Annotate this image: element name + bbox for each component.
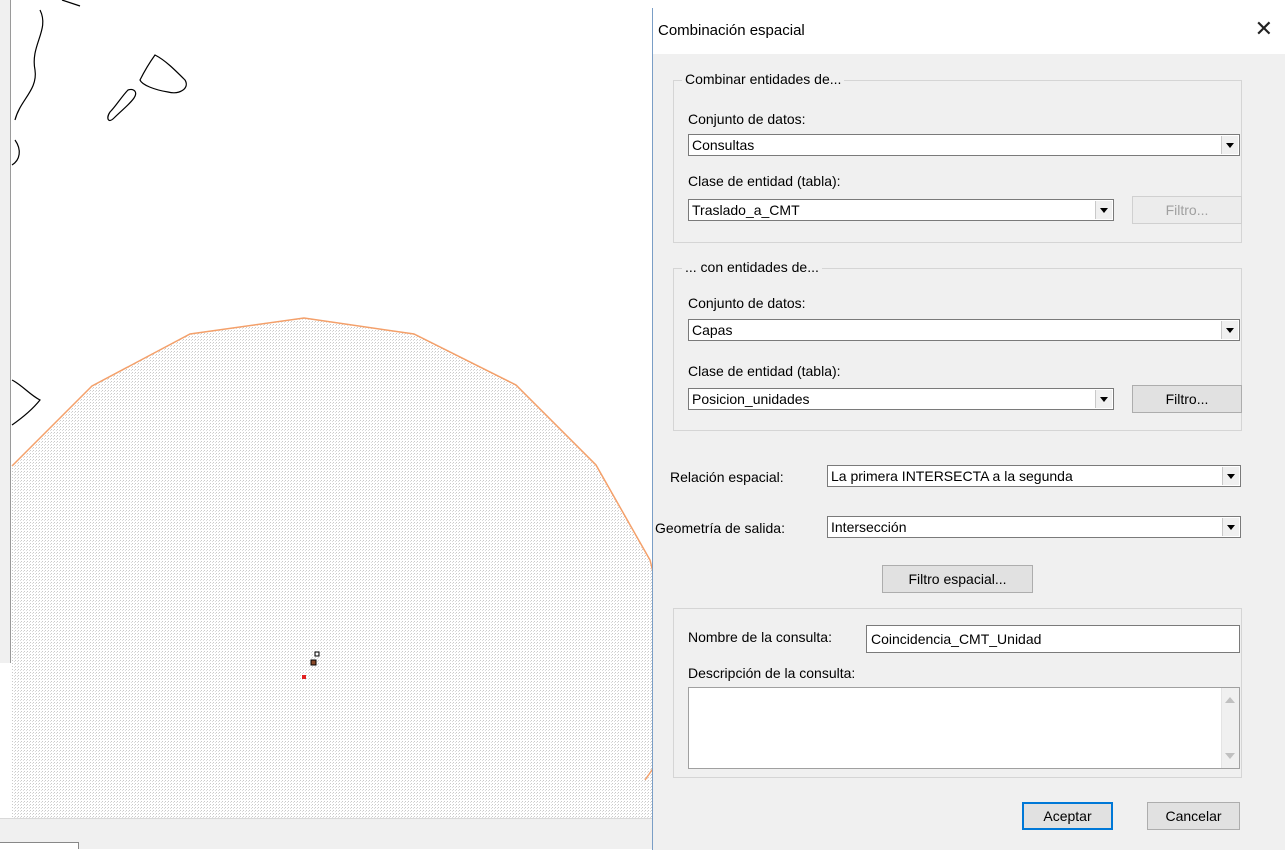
dataset-combo-1-value: Consultas (692, 137, 755, 153)
spatial-join-dialog: Combinación espacial ✕ Combinar entidade… (652, 8, 1285, 850)
close-icon[interactable]: ✕ (1255, 18, 1273, 40)
chevron-down-icon[interactable] (1222, 518, 1239, 536)
spatial-filter-button[interactable]: Filtro espacial... (882, 565, 1033, 593)
query-desc-input[interactable] (688, 687, 1240, 769)
dataset-combo-2[interactable]: Capas (688, 319, 1240, 341)
accept-button[interactable]: Aceptar (1022, 802, 1113, 830)
class-combo-2-value: Posicion_unidades (692, 391, 810, 407)
relation-combo-value: La primera INTERSECTA a la segunda (831, 468, 1073, 484)
status-bar (0, 818, 660, 849)
query-name-label: Nombre de la consulta: (688, 629, 832, 645)
filter-button-1[interactable]: Filtro... (1132, 196, 1242, 224)
dataset-combo-2-value: Capas (692, 322, 733, 338)
buffer-area[interactable] (12, 318, 660, 818)
chevron-down-icon[interactable] (1222, 467, 1239, 485)
coastline-2 (11, 139, 20, 166)
coastline-1 (14, 9, 44, 121)
query-group: Nombre de la consulta: Coincidencia_CMT_… (673, 608, 1242, 778)
dataset-combo-1[interactable]: Consultas (688, 134, 1240, 156)
chevron-down-icon[interactable] (1221, 321, 1238, 339)
cancel-button[interactable]: Cancelar (1147, 802, 1240, 830)
relation-label: Relación espacial: (670, 469, 784, 485)
scroll-down-icon[interactable] (1225, 753, 1235, 759)
class-label: Clase de entidad (tabla): (688, 173, 841, 189)
left-panel-edge (0, 0, 11, 663)
map-layer (11, 0, 660, 818)
chevron-down-icon[interactable] (1095, 390, 1112, 408)
query-desc-label: Descripción de la consulta: (688, 665, 856, 681)
class-combo-1-value: Traslado_a_CMT (692, 202, 800, 218)
group-combine-with: ... con entidades de... Conjunto de dato… (673, 259, 1242, 431)
geometry-label: Geometría de salida: (655, 520, 785, 536)
class-combo-2[interactable]: Posicion_unidades (688, 388, 1114, 410)
dialog-title: Combinación espacial (658, 22, 805, 39)
island-1 (139, 54, 187, 94)
coastline-4 (61, 0, 81, 7)
island-2 (107, 88, 137, 122)
query-name-value: Coincidencia_CMT_Unidad (871, 631, 1042, 647)
chevron-down-icon[interactable] (1095, 201, 1112, 219)
coastline-3 (11, 379, 41, 426)
class-combo-1[interactable]: Traslado_a_CMT (688, 199, 1114, 221)
chevron-down-icon[interactable] (1221, 136, 1238, 154)
filter-button-2[interactable]: Filtro... (1132, 385, 1242, 413)
unit-point[interactable] (310, 659, 317, 666)
geometry-combo-value: Intersección (831, 519, 907, 535)
dataset-label: Conjunto de datos: (688, 295, 806, 311)
group-combine-from: Combinar entidades de... Conjunto de dat… (673, 71, 1242, 243)
scroll-up-icon[interactable] (1225, 697, 1235, 703)
cmt-point[interactable] (302, 675, 306, 679)
group-combine-from-legend: Combinar entidades de... (682, 71, 845, 87)
dialog-titlebar[interactable]: Combinación espacial ✕ (653, 8, 1285, 54)
query-desc-scrollbar[interactable] (1221, 688, 1239, 768)
geometry-combo[interactable]: Intersección (827, 516, 1241, 538)
relation-combo[interactable]: La primera INTERSECTA a la segunda (827, 465, 1241, 487)
query-name-input[interactable]: Coincidencia_CMT_Unidad (866, 625, 1240, 653)
class-label: Clase de entidad (tabla): (688, 363, 841, 379)
dataset-label: Conjunto de datos: (688, 111, 806, 127)
group-combine-with-legend: ... con entidades de... (682, 259, 822, 275)
